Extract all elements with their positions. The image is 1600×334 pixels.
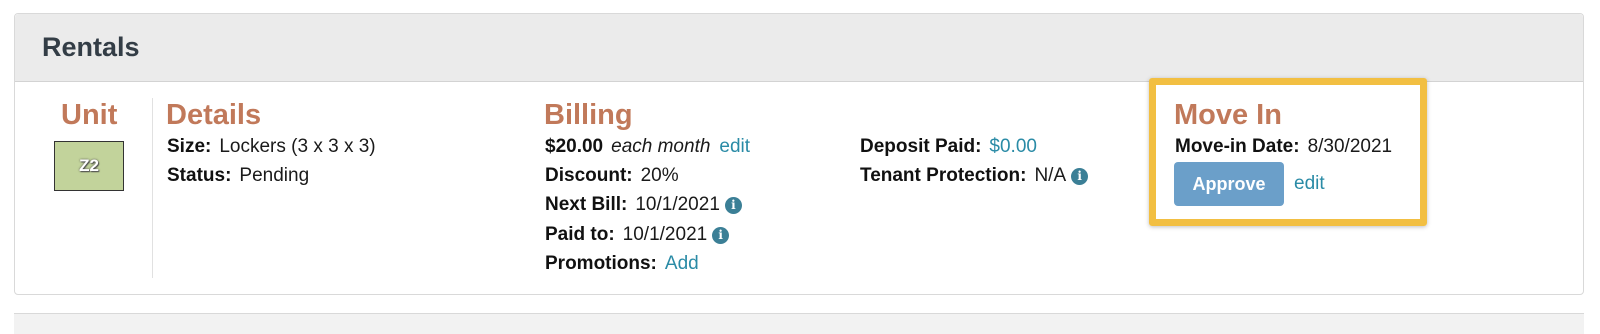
deposit-row: Deposit Paid: $0.00 [860,135,1037,159]
panel-header: Rentals [15,14,1583,82]
discount-value: 20% [640,165,679,186]
promotions-label: Promotions: [545,253,657,274]
paid-to-row: Paid to: 10/1/2021 i [545,223,730,247]
paid-to-info-icon[interactable]: i [712,227,730,244]
promotions-add-link[interactable]: Add [665,253,699,274]
status-row: Status: Pending [167,164,309,188]
discount-label: Discount: [545,165,633,186]
deposit-label: Deposit Paid: [860,136,982,157]
promotions-row: Promotions: Add [545,252,699,276]
move-in-date-row: Move-in Date: 8/30/2021 [1175,135,1392,159]
details-heading: Details [166,99,262,131]
panel-title: Rentals [42,32,140,62]
size-label: Size: [167,136,212,157]
move-in-edit-link[interactable]: edit [1294,172,1325,196]
move-in-date-value: 8/30/2021 [1307,136,1393,157]
rent-amount: $20.00 [545,136,604,157]
rent-row: $20.00 each month edit [545,135,750,159]
approve-button[interactable]: Approve [1174,162,1284,206]
next-bill-row: Next Bill: 10/1/2021 i [545,193,742,217]
tenant-protection-label: Tenant Protection: [860,165,1027,186]
next-bill-value: 10/1/2021 [635,194,720,215]
discount-row: Discount: 20% [545,164,679,188]
paid-to-label: Paid to: [545,224,615,245]
column-divider [152,98,153,278]
paid-to-value: 10/1/2021 [622,224,708,245]
unit-badge[interactable]: Z2 [54,141,124,191]
size-row: Size: Lockers (3 x 3 x 3) [167,135,376,159]
rent-frequency: each month [611,136,711,157]
status-value: Pending [239,165,310,186]
next-panel-edge [14,313,1584,334]
billing-heading: Billing [544,99,633,131]
unit-heading: Unit [61,99,118,131]
status-label: Status: [167,165,232,186]
move-in-date-label: Move-in Date: [1175,136,1300,157]
tenant-protection-row: Tenant Protection: N/A i [860,164,1089,188]
tenant-protection-info-icon[interactable]: i [1071,168,1089,185]
rent-edit-link[interactable]: edit [719,136,750,157]
deposit-value-link[interactable]: $0.00 [989,136,1037,157]
tenant-protection-value: N/A [1034,165,1067,186]
next-bill-label: Next Bill: [545,194,628,215]
size-value: Lockers (3 x 3 x 3) [219,136,376,157]
move-in-heading: Move In [1174,99,1282,131]
next-bill-info-icon[interactable]: i [724,197,742,214]
